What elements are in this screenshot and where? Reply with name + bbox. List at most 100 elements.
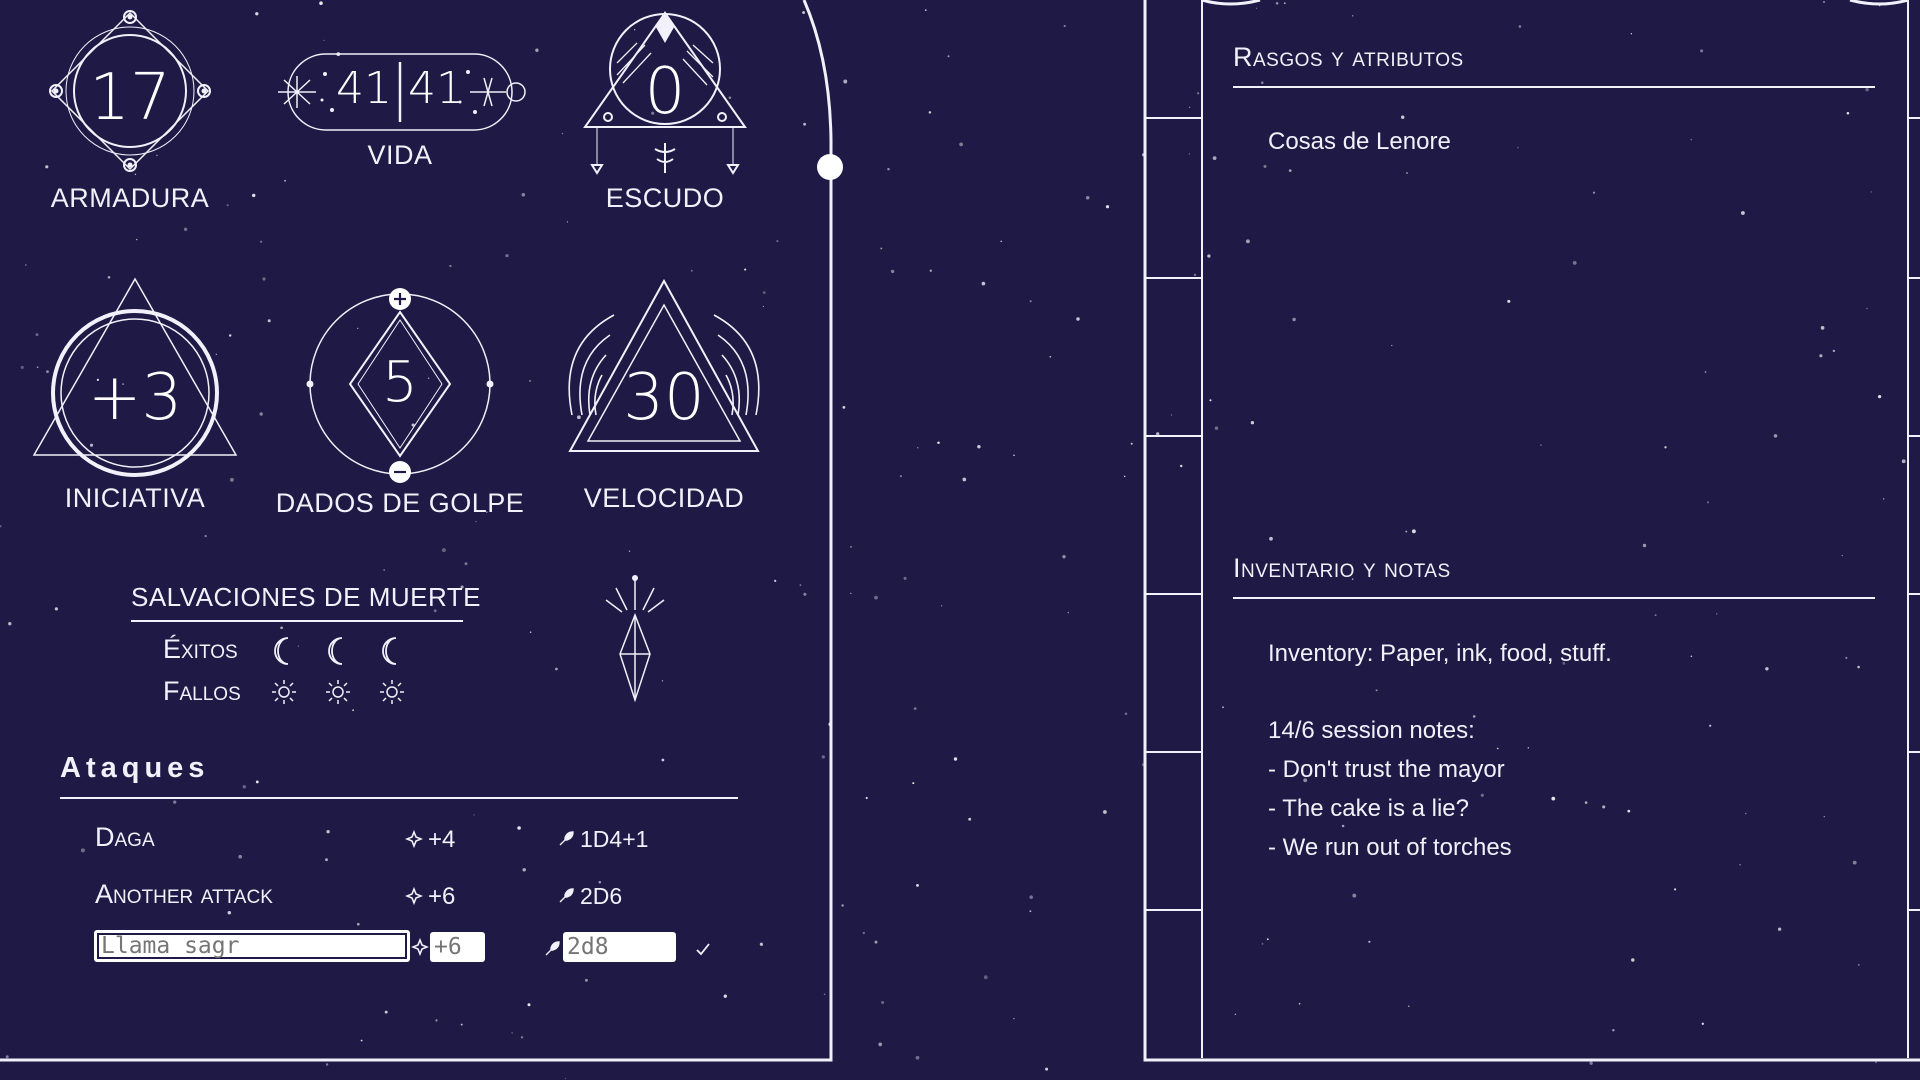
star bbox=[850, 592, 852, 595]
star bbox=[1123, 475, 1126, 478]
star bbox=[1049, 355, 1052, 358]
hit-dice-decrement-button[interactable] bbox=[388, 460, 412, 484]
star bbox=[890, 269, 895, 274]
hit-dice-stat[interactable]: 5 DADOS DE GOLPE bbox=[275, 280, 525, 520]
star bbox=[913, 707, 917, 710]
death-saves-successes-label: Éxitos bbox=[163, 634, 238, 664]
inventory-line: 14/6 session notes: bbox=[1268, 717, 1475, 744]
new-attack-name-input[interactable] bbox=[94, 930, 410, 962]
star bbox=[874, 940, 878, 944]
health-frame-icon bbox=[278, 53, 526, 131]
feather-icon bbox=[559, 888, 574, 903]
inventory-line: - The cake is a lie? bbox=[1268, 795, 1469, 822]
armor-stat[interactable]: 17 ARMADURA bbox=[40, 5, 220, 213]
death-saves-section: SALVACIONES DE MUERTE Éxitos Fallos bbox=[125, 580, 485, 710]
star bbox=[928, 111, 932, 114]
star bbox=[1063, 24, 1066, 28]
star bbox=[1013, 1017, 1015, 1020]
shield-value: 0 bbox=[644, 55, 686, 129]
star bbox=[962, 477, 967, 482]
new-attack-bonus-input[interactable] bbox=[430, 932, 485, 962]
inventory-line: - Don't trust the mayor bbox=[1268, 756, 1505, 783]
shield-stat[interactable]: 0 ESCUDO bbox=[575, 5, 755, 213]
attack-row[interactable]: Daga +4 1D4+1 bbox=[60, 820, 740, 860]
star bbox=[912, 782, 915, 785]
star bbox=[1076, 317, 1080, 321]
star bbox=[917, 447, 919, 449]
attacks-section: Ataques Daga +4 1D4+1 Another attack +6 … bbox=[60, 752, 740, 982]
star bbox=[924, 9, 927, 11]
star bbox=[880, 247, 883, 250]
sparkle-icon bbox=[405, 887, 423, 905]
sparkle-icon bbox=[405, 830, 423, 848]
star bbox=[862, 931, 866, 935]
star bbox=[981, 281, 986, 286]
star bbox=[1000, 240, 1002, 243]
star bbox=[959, 142, 963, 147]
attack-row[interactable]: Another attack +6 2D6 bbox=[60, 877, 740, 917]
minus-icon bbox=[389, 461, 411, 483]
shield-label: ESCUDO bbox=[605, 183, 725, 213]
traits-title: Rasgos y atributos bbox=[1233, 42, 1464, 72]
star bbox=[1103, 810, 1107, 814]
health-max[interactable]: 41 bbox=[406, 63, 466, 114]
star bbox=[1105, 205, 1110, 209]
star bbox=[915, 1055, 920, 1060]
star bbox=[916, 884, 919, 887]
star bbox=[1062, 555, 1066, 559]
star bbox=[1085, 196, 1090, 200]
hit-dice-value: 5 bbox=[382, 350, 418, 415]
inventory-text[interactable]: Inventory: Paper, ink, food, stuff. 14/6… bbox=[1268, 640, 1868, 880]
initiative-value: +3 bbox=[87, 361, 183, 435]
star bbox=[887, 167, 890, 171]
attack-bonus[interactable]: +6 bbox=[428, 883, 455, 911]
crescent-moon-icon[interactable] bbox=[376, 634, 406, 668]
attack-bonus[interactable]: +4 bbox=[428, 826, 455, 854]
star bbox=[1029, 300, 1032, 303]
star bbox=[881, 1000, 885, 1005]
star bbox=[899, 474, 903, 478]
hit-dice-increment-button[interactable] bbox=[388, 287, 412, 311]
star bbox=[874, 595, 878, 600]
sun-icon[interactable] bbox=[378, 678, 406, 706]
health-current[interactable]: 41 bbox=[334, 63, 394, 114]
star bbox=[1013, 454, 1015, 457]
right-panel-frame bbox=[1143, 0, 1920, 1062]
star bbox=[1124, 712, 1128, 716]
attack-name[interactable]: Another attack bbox=[95, 879, 273, 910]
star bbox=[1045, 1067, 1049, 1071]
star bbox=[903, 576, 907, 580]
star bbox=[878, 1042, 883, 1047]
inventory-line: - We run out of torches bbox=[1268, 834, 1512, 861]
sun-icon[interactable] bbox=[324, 678, 352, 706]
plus-icon bbox=[389, 288, 411, 310]
feather-icon bbox=[545, 941, 560, 956]
initiative-stat[interactable]: +3 INICIATIVA bbox=[30, 275, 240, 515]
armor-label: ARMADURA bbox=[50, 183, 210, 213]
star bbox=[865, 796, 868, 800]
sun-icon[interactable] bbox=[270, 678, 298, 706]
star bbox=[983, 975, 988, 980]
new-attack-damage-input[interactable] bbox=[563, 932, 676, 962]
feather-icon bbox=[559, 831, 574, 846]
speed-stat[interactable]: 30 VELOCIDAD bbox=[558, 275, 770, 515]
attack-damage[interactable]: 2D6 bbox=[580, 883, 622, 910]
death-saves-title: SALVACIONES DE MUERTE bbox=[131, 582, 482, 612]
star bbox=[937, 441, 940, 445]
health-stat[interactable]: 41 41 VIDA bbox=[270, 40, 530, 170]
inventory-title: Inventario y notas bbox=[1233, 553, 1451, 583]
check-icon[interactable] bbox=[694, 940, 712, 958]
initiative-label: INICIATIVA bbox=[64, 483, 206, 513]
health-label: VIDA bbox=[367, 140, 433, 170]
star bbox=[1067, 611, 1070, 614]
death-saves-failures-label: Fallos bbox=[163, 676, 241, 706]
star bbox=[1029, 910, 1032, 913]
new-attack-row bbox=[60, 928, 740, 968]
attack-name[interactable]: Daga bbox=[95, 822, 155, 853]
crescent-moon-icon[interactable] bbox=[322, 634, 352, 668]
crescent-moon-icon[interactable] bbox=[268, 634, 298, 668]
star bbox=[968, 817, 972, 821]
star bbox=[953, 757, 958, 761]
traits-text[interactable]: Cosas de Lenore bbox=[1268, 128, 1451, 156]
attack-damage[interactable]: 1D4+1 bbox=[580, 826, 648, 853]
